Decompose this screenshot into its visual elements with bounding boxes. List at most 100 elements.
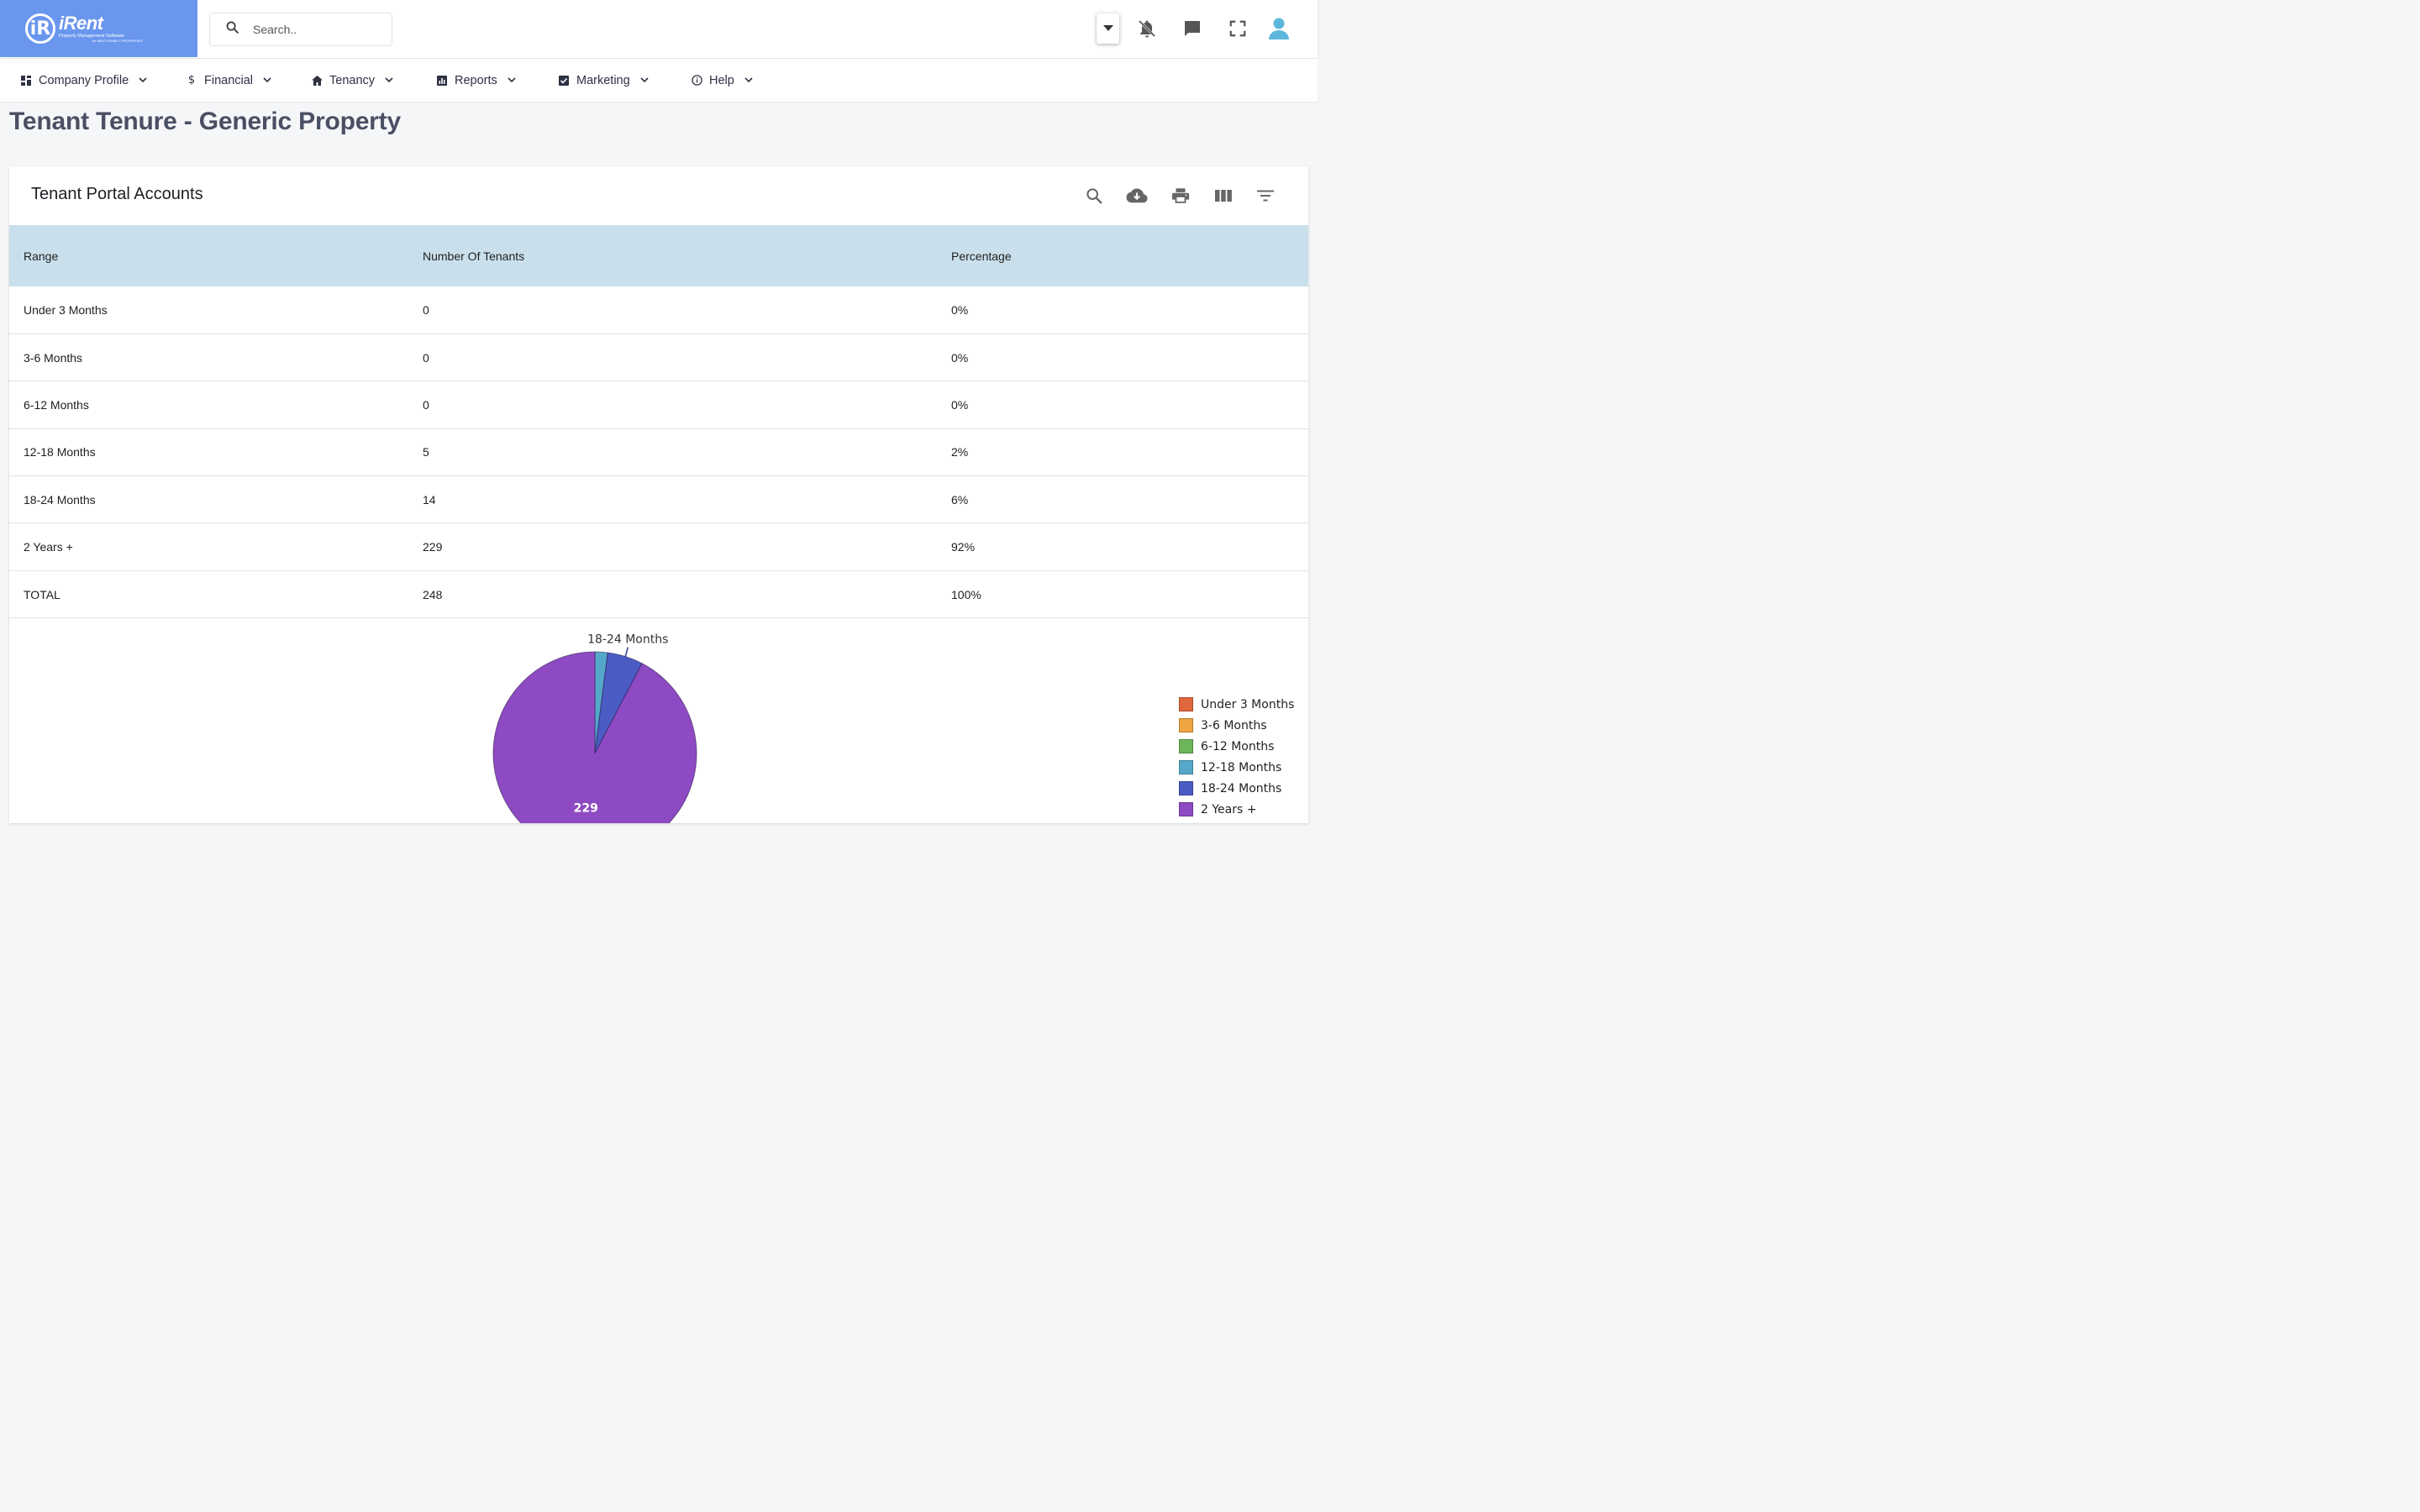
top-bar: iR iRent Property Management Software fo… [0,0,1318,58]
logo-mark: iR [25,13,55,44]
table-row: Under 3 Months 0 0% [9,286,1308,334]
nav-label: Marketing [576,73,630,87]
chat-icon[interactable] [1181,17,1204,40]
cell-range: TOTAL [9,570,408,619]
user-avatar-icon[interactable] [1267,17,1291,40]
table-row: 12-18 Months 5 2% [9,428,1308,477]
pie-slice-2-years[interactable] [492,651,697,823]
nav-label: Company Profile [39,73,129,87]
search-icon [225,20,239,39]
cell-percentage: 100% [937,570,1308,619]
cell-number-of-tenants: 5 [408,428,937,477]
columns-icon[interactable] [1213,185,1234,207]
legend-item-3-6-months[interactable]: 3-6 Months [1179,715,1294,736]
caret-down-icon [1102,21,1113,36]
table-row-total: TOTAL 248 100% [9,570,1308,619]
cell-range: 2 Years + [9,522,408,571]
fullscreen-icon[interactable] [1226,17,1249,40]
legend-swatch [1179,802,1193,816]
chart-legend: Under 3 Months 3-6 Months 6-12 Months 12-18… [1179,694,1294,820]
nav-tenancy[interactable]: Tenancy [311,59,393,102]
legend-swatch [1179,697,1193,711]
tenure-table: Range Number Of Tenants Percentage Under… [9,225,1308,619]
cell-range: Under 3 Months [9,286,408,334]
nav-company-profile[interactable]: Company Profile [20,59,147,102]
pie-annotation-label: 18-24 Months [587,633,668,647]
chevron-down-icon [744,77,753,83]
dollar-icon: $ [187,74,196,87]
cell-range: 18-24 Months [9,475,408,524]
legend-label: 3-6 Months [1201,718,1267,732]
legend-item-under-3-months[interactable]: Under 3 Months [1179,694,1294,715]
column-header-range[interactable]: Range [9,225,408,286]
logo-tagline-2: for MULTI-FAMILY PROPERTIES [92,39,143,44]
logo-text: iRent Property Management Software for M… [59,12,143,44]
cell-number-of-tenants: 229 [408,522,937,571]
chevron-down-icon [640,77,649,83]
legend-swatch [1179,760,1193,774]
cell-percentage: 0% [937,333,1308,382]
cell-percentage: 0% [937,286,1308,334]
cell-percentage: 0% [937,381,1308,429]
legend-swatch [1179,739,1193,753]
chart-icon [436,75,448,87]
checkbox-icon [558,75,570,87]
cell-range: 12-18 Months [9,428,408,477]
filter-icon[interactable] [1255,185,1276,207]
legend-label: 18-24 Months [1201,781,1282,795]
nav-label: Financial [204,73,254,87]
annotation-leader-line [624,647,629,657]
cell-number-of-tenants: 0 [408,333,937,382]
column-header-percentage[interactable]: Percentage [937,225,1308,286]
table-header-row: Range Number Of Tenants Percentage [9,225,1308,286]
cell-number-of-tenants: 0 [408,381,937,429]
column-header-number-of-tenants[interactable]: Number Of Tenants [408,225,937,286]
search-icon[interactable] [1083,185,1105,207]
dropdown-button[interactable] [1097,13,1119,44]
nav-label: Tenancy [329,73,376,87]
tenant-portal-card: Tenant Portal Accounts Range Number Of T… [9,166,1308,823]
cell-percentage: 6% [937,475,1308,524]
legend-item-6-12-months[interactable]: 6-12 Months [1179,736,1294,757]
info-icon [691,75,702,87]
card-title: Tenant Portal Accounts [31,185,203,203]
print-icon[interactable] [1170,185,1192,207]
table-row: 3-6 Months 0 0% [9,333,1308,382]
search-box[interactable] [209,13,392,46]
nav-reports[interactable]: Reports [436,59,516,102]
cell-number-of-tenants: 14 [408,475,937,524]
cell-range: 6-12 Months [9,381,408,429]
chevron-down-icon [385,77,393,83]
home-icon [311,75,323,87]
table-row: 18-24 Months 14 6% [9,475,1308,524]
chevron-down-icon [508,77,516,83]
cell-number-of-tenants: 0 [408,286,937,334]
pie-value-label: 229 [574,802,598,816]
cell-range: 3-6 Months [9,333,408,382]
logo[interactable]: iR iRent Property Management Software fo… [0,0,197,57]
cell-percentage: 2% [937,428,1308,477]
legend-swatch [1179,718,1193,732]
dashboard-icon [20,75,32,87]
cloud-download-icon[interactable] [1126,185,1148,207]
main-nav: Company Profile $ Financial Tenancy Repo… [0,59,1318,102]
chevron-down-icon [263,77,271,83]
nav-label: Reports [455,73,497,87]
legend-label: 2 Years + [1201,802,1257,816]
legend-item-18-24-months[interactable]: 18-24 Months [1179,778,1294,799]
nav-label: Help [709,73,734,87]
legend-swatch [1179,781,1193,795]
chevron-down-icon [139,77,147,83]
nav-help[interactable]: Help [691,59,753,102]
legend-label: 6-12 Months [1201,739,1275,753]
search-input[interactable] [253,23,371,36]
legend-item-12-18-months[interactable]: 12-18 Months [1179,757,1294,778]
page-title: Tenant Tenure - Generic Property [9,108,401,135]
nav-marketing[interactable]: Marketing [558,59,649,102]
logo-name: iRent [59,12,103,34]
legend-label: Under 3 Months [1201,697,1295,711]
notifications-off-icon[interactable] [1135,17,1159,40]
nav-financial[interactable]: $ Financial [186,59,271,102]
legend-item-2-years[interactable]: 2 Years + [1179,799,1294,820]
table-row: 2 Years + 229 92% [9,522,1308,571]
